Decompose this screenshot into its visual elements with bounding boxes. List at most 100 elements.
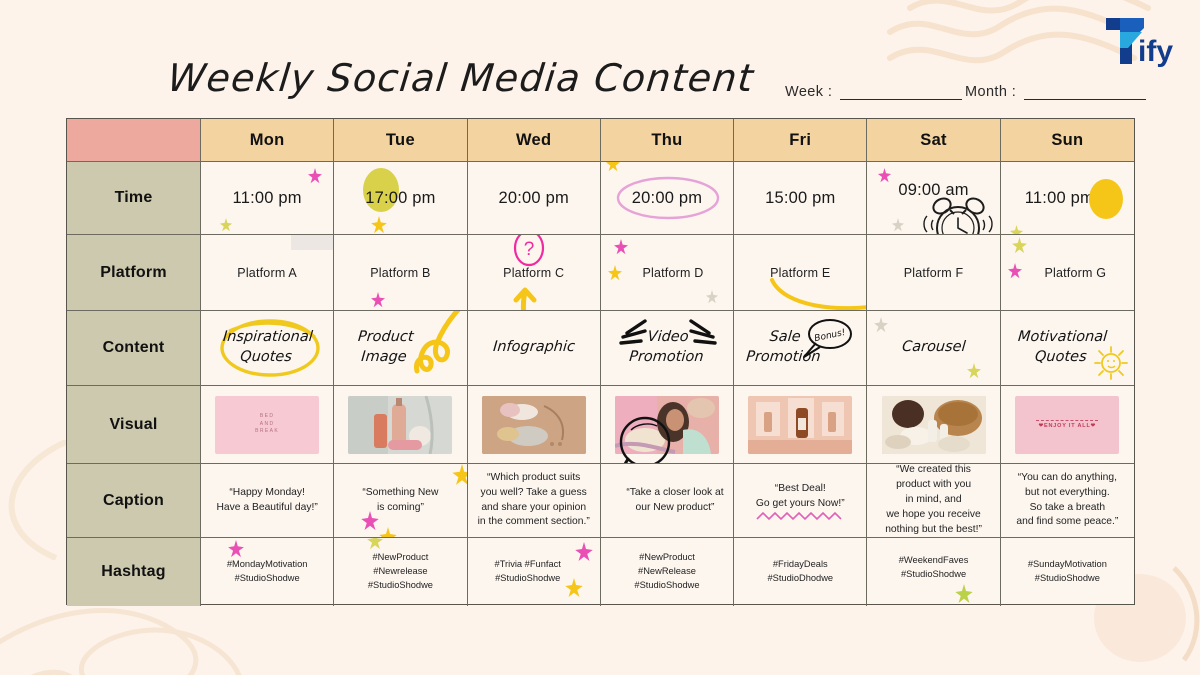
hashtag-mon-value: #MondayMotivation #StudioShodwe — [226, 559, 308, 583]
time-mon[interactable]: 11:00 pm — [201, 162, 335, 235]
row-label-caption: Caption — [67, 464, 201, 538]
month-field[interactable]: Month : — [965, 84, 1147, 100]
platform-tue-value: Platform B — [370, 265, 431, 280]
time-sun[interactable]: 11:00 pm — [1000, 162, 1134, 235]
three-bottles-illustration — [748, 395, 853, 454]
time-wed[interactable]: 20:00 pm — [467, 162, 601, 235]
visual-wed[interactable] — [467, 386, 601, 464]
caption-tue-value: “Something New is coming” — [362, 486, 439, 513]
platform-sun[interactable]: Platform G — [1000, 235, 1134, 311]
content-fri-value: Sale Promotion — [745, 329, 822, 365]
week-input-line[interactable] — [840, 86, 963, 100]
visual-mon-image: BED AND BREAK — [215, 395, 320, 454]
visual-mon[interactable]: BED AND BREAK — [201, 386, 335, 464]
caption-thu[interactable]: “Take a closer look at our New product” — [600, 464, 735, 538]
time-fri[interactable]: 15:00 pm — [734, 162, 868, 235]
platform-thu-value: Platform D — [642, 265, 704, 280]
pink-card-caption: BED AND BREAK — [255, 413, 280, 435]
hashtag-wed-value: #Trivia #Funfact #StudioShodwe — [494, 559, 561, 583]
time-thu[interactable]: 20:00 pm — [600, 162, 735, 235]
time-tue-value: 17:00 pm — [365, 188, 436, 207]
content-fri[interactable]: Sale Promotion Bonus! — [734, 311, 868, 386]
platform-mon[interactable]: Platform A — [201, 235, 335, 311]
time-wed-value: 20:00 pm — [498, 188, 569, 207]
visual-sat[interactable] — [867, 386, 1001, 464]
content-sun[interactable]: Motivational Quotes — [1000, 311, 1134, 386]
star-icon — [371, 292, 386, 308]
hashtag-mon[interactable]: #MondayMotivation #StudioShodwe — [201, 538, 335, 606]
content-wed[interactable]: Infographic — [467, 311, 601, 386]
visual-sun-image: ❤ENJOY IT ALL❤ — [1015, 395, 1120, 454]
time-sun-value: 11:00 pm — [1024, 188, 1094, 207]
row-label-visual: Visual — [67, 386, 201, 464]
hashtag-tue-value: #NewProduct #Newrelease #StudioShodwe — [367, 552, 433, 590]
logo-wordmark: ify — [1138, 35, 1173, 68]
brand-logo[interactable]: ify — [1098, 14, 1190, 68]
platform-fri-value: Platform E — [770, 265, 831, 280]
row-label-hashtag: Hashtag — [67, 538, 201, 606]
spa-items-illustration — [881, 395, 986, 454]
visual-sun[interactable]: ❤ENJOY IT ALL❤ — [1000, 386, 1134, 464]
content-sat-value: Carousel — [901, 339, 967, 356]
visual-thu[interactable] — [600, 386, 735, 464]
star-icon — [367, 538, 384, 550]
platform-wed-value: Platform C — [503, 265, 565, 280]
hashtag-wed[interactable]: #Trivia #Funfact #StudioShodwe — [468, 538, 601, 606]
swatches-illustration — [481, 395, 586, 454]
day-header-mon: Mon — [201, 119, 335, 162]
caption-tue[interactable]: “Something New is coming” — [334, 464, 468, 538]
platform-thu[interactable]: Platform D — [600, 235, 735, 311]
curved-arrow-icon — [770, 278, 867, 310]
hashtag-tue[interactable]: #NewProduct #Newrelease #StudioShodwe — [334, 538, 468, 606]
weekly-content-table: Mon Tue Wed Thu Fri Sat Sun Time 11:00 p… — [66, 118, 1135, 606]
hashtag-fri[interactable]: #FridayDeals #StudioDhodwe — [734, 538, 868, 606]
star-icon — [874, 317, 889, 333]
platform-wed[interactable]: ? Platform C — [467, 235, 601, 311]
visual-sat-image — [881, 395, 986, 454]
caption-sat[interactable]: “We created this product with you in min… — [867, 464, 1001, 538]
content-mon[interactable]: Inspirational Quotes — [201, 311, 335, 386]
caption-fri[interactable]: “Best Deal! Go get yours Now!” — [734, 464, 868, 538]
platform-mon-value: Platform A — [237, 265, 297, 280]
pink-card-divider — [1036, 420, 1099, 421]
content-tue[interactable]: Product Image — [334, 311, 468, 386]
row-label-platform: Platform — [67, 235, 201, 311]
star-icon — [379, 527, 398, 537]
yellow-squiggle-arrow-icon — [413, 311, 461, 374]
caption-mon[interactable]: “Happy Monday! Have a Beautiful day!” — [201, 464, 335, 538]
hashtag-sun[interactable]: #SundayMotivation #StudioShodwe — [1001, 538, 1134, 606]
platform-sat-value: Platform F — [903, 265, 964, 280]
content-thu[interactable]: Video Promotion — [600, 311, 735, 386]
hashtag-thu-value: #NewProduct #NewRelease #StudioShodwe — [634, 552, 700, 590]
star-icon — [228, 540, 244, 558]
star-icon — [613, 239, 628, 255]
star-icon — [1009, 225, 1023, 234]
caption-wed[interactable]: “Which product suits you well? Take a gu… — [467, 464, 601, 538]
time-sat[interactable]: 09:00 am — [867, 162, 1001, 235]
hashtag-sat[interactable]: #WeekendFaves #StudioShodwe — [867, 538, 1001, 606]
month-label: Month : — [965, 84, 1017, 100]
platform-fri[interactable]: Platform E — [734, 235, 868, 311]
day-header-sat: Sat — [867, 119, 1001, 162]
row-label-time: Time — [67, 162, 201, 235]
visual-fri[interactable] — [734, 386, 868, 464]
hashtag-thu[interactable]: #NewProduct #NewRelease #StudioShodwe — [601, 538, 735, 606]
hashtag-fri-value: #FridayDeals #StudioDhodwe — [767, 559, 834, 583]
up-arrow-icon — [513, 287, 537, 310]
page-header: Weekly Social Media Content Week : Month… — [0, 0, 1200, 118]
visual-fri-image — [748, 395, 853, 454]
star-icon — [451, 464, 467, 485]
visual-tue[interactable] — [334, 386, 468, 464]
month-input-line[interactable] — [1024, 86, 1147, 100]
star-icon — [966, 363, 981, 379]
table-corner-cell — [67, 119, 201, 162]
content-sat[interactable]: Carousel — [867, 311, 1001, 386]
time-tue[interactable]: 17:00 pm — [334, 162, 468, 235]
visual-wed-image — [481, 395, 586, 454]
poster-page: Weekly Social Media Content Week : Month… — [0, 0, 1200, 675]
platform-sat[interactable]: Platform F — [867, 235, 1001, 311]
star-icon — [1011, 237, 1027, 254]
caption-sun[interactable]: “You can do anything, but not everything… — [1000, 464, 1134, 538]
platform-tue[interactable]: Platform B — [334, 235, 468, 311]
week-field[interactable]: Week : — [785, 84, 963, 100]
